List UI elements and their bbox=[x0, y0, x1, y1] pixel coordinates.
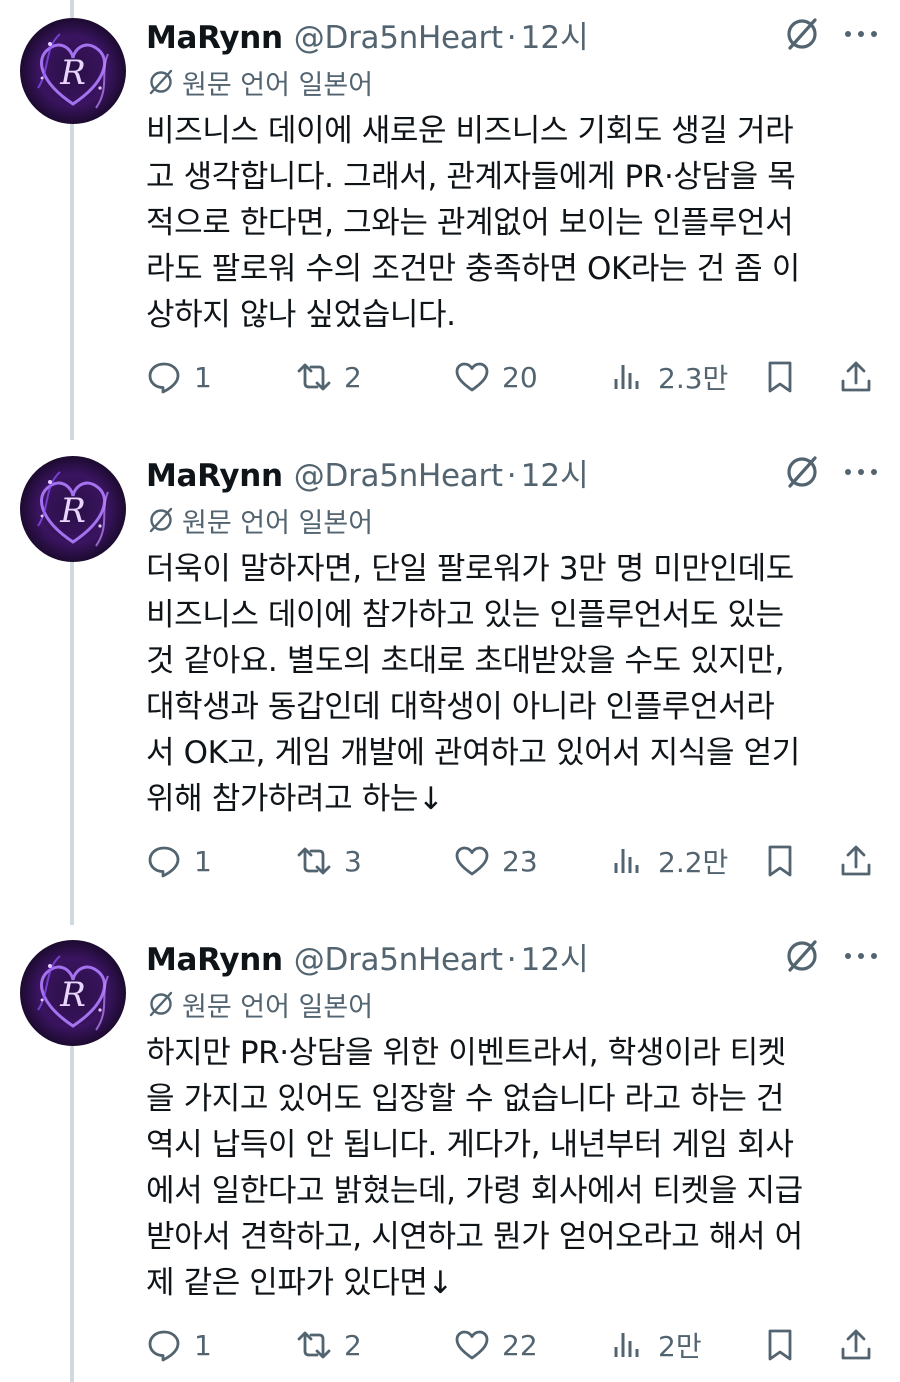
author-handle[interactable]: @Dra5nHeart bbox=[294, 942, 503, 978]
heart-icon bbox=[455, 846, 489, 876]
translate-icon[interactable] bbox=[782, 452, 822, 492]
views-button[interactable]: 2만 bbox=[610, 1322, 702, 1368]
like-count: 22 bbox=[502, 1328, 538, 1362]
tweet-time[interactable]: 12시 bbox=[521, 934, 589, 979]
share-icon bbox=[841, 361, 871, 392]
translate-icon[interactable] bbox=[782, 14, 822, 54]
reply-icon bbox=[148, 846, 180, 878]
views-button[interactable]: 2.2만 bbox=[610, 838, 728, 884]
bookmark-button[interactable] bbox=[762, 838, 798, 884]
action-bar: 1 2 20 2.3만 bbox=[146, 354, 886, 400]
retweet-count: 3 bbox=[344, 844, 362, 878]
tweet-text: 비즈니스 데이에 새로운 비즈니스 기회도 생길 거라 고 생각합니다. 그래서… bbox=[146, 113, 800, 333]
like-button[interactable]: 22 bbox=[454, 1322, 538, 1368]
original-language-note: 원문 언어 일본어 bbox=[146, 500, 373, 540]
tweet[interactable]: R MaRynn @Dra5nHeart · 12시 원문 언어 일본어 하지만… bbox=[0, 922, 900, 1382]
separator-dot: · bbox=[506, 942, 517, 978]
avatar[interactable]: R bbox=[20, 18, 126, 124]
more-options-icon[interactable] bbox=[838, 936, 884, 976]
share-button[interactable] bbox=[838, 838, 874, 884]
reply-button[interactable]: 1 bbox=[146, 838, 212, 884]
tweet-text: 하지만 PR·상담을 위한 이벤트라서, 학생이라 티켓 을 가지고 있어도 입… bbox=[146, 1035, 803, 1301]
author-name[interactable]: MaRynn bbox=[146, 942, 283, 978]
view-count: 2.2만 bbox=[658, 846, 729, 879]
author-handle[interactable]: @Dra5nHeart bbox=[294, 20, 503, 56]
reply-count: 1 bbox=[194, 844, 212, 878]
tweet-header: MaRynn @Dra5nHeart · 12시 bbox=[146, 450, 589, 494]
retweet-count: 2 bbox=[344, 360, 362, 394]
action-bar: 1 2 22 2만 bbox=[146, 1322, 886, 1368]
reply-icon bbox=[148, 1330, 180, 1362]
view-count: 2만 bbox=[658, 1330, 702, 1363]
retweet-button[interactable]: 3 bbox=[296, 838, 362, 884]
retweet-button[interactable]: 2 bbox=[296, 354, 362, 400]
bookmark-button[interactable] bbox=[762, 1322, 798, 1368]
tweet-text: 더욱이 말하자면, 단일 팔로워가 3만 명 미만인데도 비즈니스 데이에 참가… bbox=[146, 551, 800, 817]
retweet-icon bbox=[297, 363, 331, 391]
reply-count: 1 bbox=[194, 360, 212, 394]
share-icon bbox=[841, 1329, 871, 1360]
language-label: 원문 언어 일본어 bbox=[182, 69, 374, 101]
analytics-icon bbox=[614, 849, 639, 873]
reply-icon bbox=[148, 362, 180, 394]
more-options-icon[interactable] bbox=[838, 14, 884, 54]
view-count: 2.3만 bbox=[658, 362, 729, 395]
bookmark-icon bbox=[768, 361, 792, 393]
more-options-icon[interactable] bbox=[838, 452, 884, 492]
language-label: 원문 언어 일본어 bbox=[182, 507, 374, 539]
heart-icon bbox=[455, 362, 489, 392]
avatar-image: R bbox=[20, 18, 126, 124]
tweet-time[interactable]: 12시 bbox=[521, 12, 589, 57]
retweet-button[interactable]: 2 bbox=[296, 1322, 362, 1368]
author-handle[interactable]: @Dra5nHeart bbox=[294, 458, 503, 494]
share-icon bbox=[841, 845, 871, 876]
separator-dot: · bbox=[506, 20, 517, 56]
tweet[interactable]: R MaRynn @Dra5nHeart · 12시 원문 언어 일본어 더욱이… bbox=[0, 438, 900, 923]
share-button[interactable] bbox=[838, 354, 874, 400]
retweet-count: 2 bbox=[344, 1328, 362, 1362]
retweet-icon bbox=[297, 1331, 331, 1359]
bookmark-icon bbox=[768, 845, 792, 877]
like-button[interactable]: 23 bbox=[454, 838, 538, 884]
like-button[interactable]: 20 bbox=[454, 354, 538, 400]
avatar-image: R bbox=[20, 940, 126, 1046]
reply-button[interactable]: 1 bbox=[146, 1322, 212, 1368]
tweet[interactable]: R MaRynn @Dra5nHeart · 12시 원문 언어 일본어 비즈니… bbox=[0, 0, 900, 440]
author-name[interactable]: MaRynn bbox=[146, 20, 283, 56]
share-button[interactable] bbox=[838, 1322, 874, 1368]
translate-icon[interactable] bbox=[782, 936, 822, 976]
bookmark-button[interactable] bbox=[762, 354, 798, 400]
author-name[interactable]: MaRynn bbox=[146, 458, 283, 494]
avatar[interactable]: R bbox=[20, 940, 126, 1046]
original-language-note: 원문 언어 일본어 bbox=[146, 984, 373, 1024]
avatar-image: R bbox=[20, 456, 126, 562]
avatar[interactable]: R bbox=[20, 456, 126, 562]
heart-icon bbox=[455, 1330, 489, 1360]
translate-icon bbox=[149, 69, 173, 95]
views-button[interactable]: 2.3만 bbox=[610, 354, 728, 400]
svg-text:R: R bbox=[59, 491, 86, 531]
svg-text:R: R bbox=[59, 53, 86, 93]
translate-icon bbox=[149, 507, 173, 533]
language-label: 원문 언어 일본어 bbox=[182, 991, 374, 1023]
action-bar: 1 3 23 2.2만 bbox=[146, 838, 886, 884]
like-count: 20 bbox=[502, 360, 538, 394]
separator-dot: · bbox=[506, 458, 517, 494]
svg-text:R: R bbox=[59, 975, 86, 1015]
original-language-note: 원문 언어 일본어 bbox=[146, 62, 373, 102]
analytics-icon bbox=[614, 1333, 639, 1357]
tweet-header: MaRynn @Dra5nHeart · 12시 bbox=[146, 934, 589, 978]
translate-icon bbox=[149, 991, 173, 1017]
reply-count: 1 bbox=[194, 1328, 212, 1362]
tweet-header: MaRynn @Dra5nHeart · 12시 bbox=[146, 12, 589, 56]
analytics-icon bbox=[614, 365, 639, 389]
like-count: 23 bbox=[502, 844, 538, 878]
tweet-time[interactable]: 12시 bbox=[521, 450, 589, 495]
retweet-icon bbox=[297, 847, 331, 875]
reply-button[interactable]: 1 bbox=[146, 354, 212, 400]
bookmark-icon bbox=[768, 1329, 792, 1361]
